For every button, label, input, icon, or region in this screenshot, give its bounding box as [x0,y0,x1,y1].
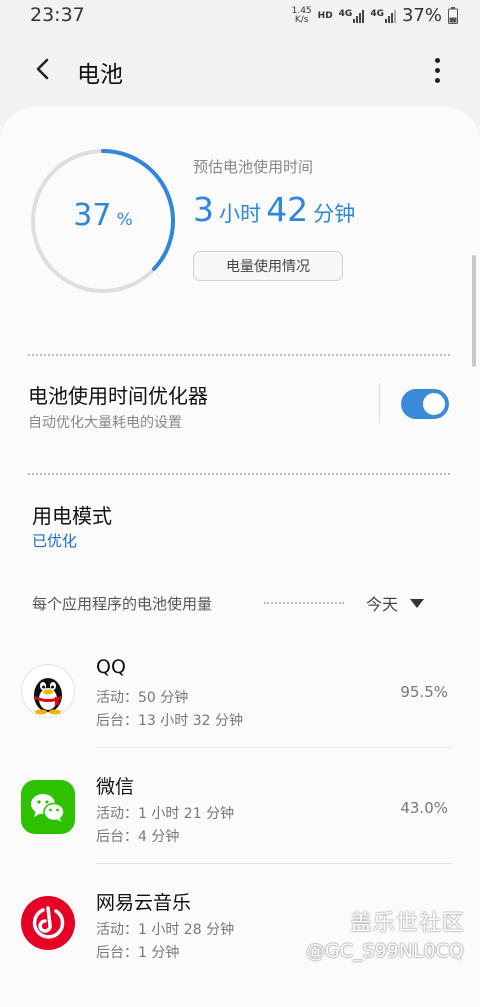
battery-percent-value: 37 [73,198,112,233]
app-row-wechat[interactable]: 微信 活动：1 小时 21 分钟 后台：4 分钟 43.0% [0,764,480,862]
section-divider [28,354,450,356]
app-active-time: 活动：50 分钟 [96,690,189,706]
optimizer-subtitle: 自动优化大量耗电的设置 [28,415,182,431]
battery-usage-button[interactable]: 电量使用情况 [193,251,343,281]
optimizer-title[interactable]: 电池使用时间优化器 [28,380,208,409]
app-active-time: 活动：1 小时 21 分钟 [96,806,235,822]
scrollbar[interactable] [472,255,476,367]
app-row-qq[interactable]: QQ 活动：50 分钟 后台：13 小时 32 分钟 95.5% [0,648,480,746]
battery-percent: 37 % [30,198,176,233]
app-usage-percent: 43.0% [400,799,448,817]
dropdown-triangle-icon [410,598,425,608]
app-name: QQ [96,656,126,678]
status-indicators: 1.45 K/s HD 4G 4G 37% [292,5,458,26]
net-speed-indicator: 1.45 K/s [292,6,312,25]
apps-usage-header: 每个应用程序的电池使用量 [32,595,213,613]
qq-app-icon [21,664,75,718]
sim2-signal-icon: 4G [370,9,396,23]
netease-music-app-icon [21,896,75,950]
optimizer-toggle[interactable] [401,389,449,419]
estimate-label: 预估电池使用时间 [193,158,314,176]
estimate-minutes-unit: 分钟 [313,202,356,226]
vertical-divider [379,383,380,423]
hd-label: HD [317,10,333,21]
battery-icon [448,7,458,24]
status-battery-text: 37% [401,5,442,26]
estimate-hours-unit: 小时 [219,202,262,226]
power-mode-status: 已优化 [32,532,78,550]
power-mode-title[interactable]: 用电模式 [32,500,112,529]
app-active-time: 活动：1 小时 28 分钟 [96,922,235,938]
battery-percent-unit: % [116,210,133,230]
status-time: 23:37 [30,4,85,26]
watermark-handle: @GC_S99NL0CQ [306,940,464,962]
sim1-signal-icon: 4G [339,9,365,23]
app-usage-percent: 95.5% [400,683,448,701]
status-bar: 23:37 1.45 K/s HD 4G 4G 37% [0,0,480,34]
toggle-knob [421,391,447,417]
period-selected: 今天 [366,595,399,614]
app-background-time: 后台：13 小时 32 分钟 [96,713,243,729]
estimate-minutes: 42 [266,190,309,229]
wechat-app-icon [21,780,75,834]
sim2-net-label: 4G [370,8,384,19]
estimate-hours: 3 [193,190,214,229]
back-button[interactable] [26,52,60,86]
more-dot [434,67,440,73]
row-separator [96,747,452,748]
section-divider [28,473,450,475]
back-arrow-icon [36,58,49,80]
estimate-time: 3 小时 42 分钟 [193,190,355,229]
app-background-time: 后台：1 分钟 [96,945,180,961]
net-speed-unit: K/s [294,14,309,25]
app-background-time: 后台：4 分钟 [96,829,180,845]
more-dot [434,57,440,63]
app-name: 网易云音乐 [96,892,192,914]
more-dot [434,77,440,83]
watermark-title: 盖乐世社区 [350,911,466,936]
sim1-net-label: 4G [338,8,353,19]
row-separator [96,863,452,864]
more-options-button[interactable] [426,52,448,88]
period-dropdown[interactable]: 今天 [366,591,425,615]
header-dotted-line [264,602,344,604]
app-name: 微信 [96,776,135,798]
page-title: 电池 [77,62,123,88]
